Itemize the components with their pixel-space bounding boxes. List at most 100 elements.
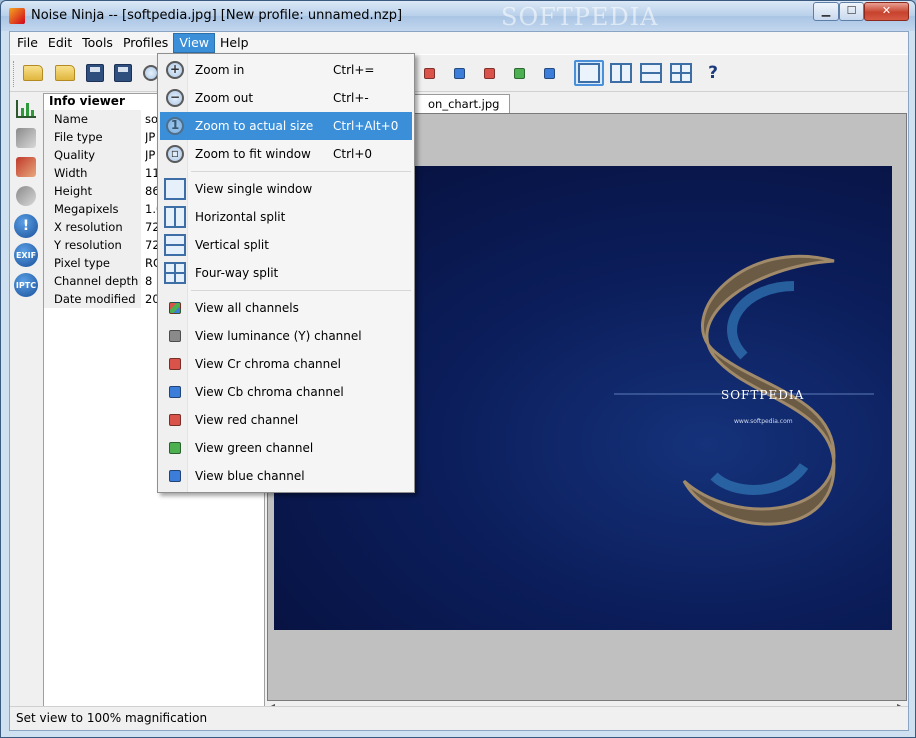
photo-url-text: www.softpedia.com bbox=[734, 418, 793, 425]
vertical-split-button[interactable] bbox=[636, 60, 666, 86]
status-bar: Set view to 100% magnification bbox=[10, 706, 908, 730]
cb-channel-button[interactable] bbox=[446, 60, 472, 86]
toolbar: ? bbox=[10, 54, 908, 92]
menu-item-vertical-split[interactable]: Vertical split bbox=[160, 231, 412, 259]
green-channel-icon bbox=[164, 437, 186, 459]
menu-tools[interactable]: Tools bbox=[77, 33, 118, 53]
menu-item-zoom-out[interactable]: − Zoom out Ctrl+- bbox=[160, 84, 412, 112]
tab-image[interactable]: on_chart.jpg bbox=[411, 94, 511, 114]
info-row-label: Pixel type bbox=[44, 254, 141, 272]
menu-help[interactable]: Help bbox=[215, 33, 254, 53]
app-icon bbox=[9, 8, 25, 24]
menu-item-luminance-channel[interactable]: View luminance (Y) channel bbox=[160, 322, 412, 350]
save-profile-icon bbox=[114, 64, 132, 82]
open-folder-button[interactable] bbox=[20, 60, 46, 86]
menu-edit[interactable]: Edit bbox=[43, 33, 77, 53]
save-icon bbox=[86, 64, 104, 82]
close-button[interactable]: ✕ bbox=[864, 2, 909, 21]
blue-channel-icon bbox=[543, 67, 555, 79]
maximize-button[interactable]: ☐ bbox=[839, 2, 864, 21]
menu-item-cb-channel[interactable]: View Cb chroma channel bbox=[160, 378, 412, 406]
luminance-channel-icon bbox=[164, 325, 186, 347]
horizontal-split-icon-glyph bbox=[164, 206, 186, 228]
menu-item-four-way-split[interactable]: Four-way split bbox=[160, 259, 412, 287]
vertical-split-icon bbox=[164, 234, 186, 256]
exif-icon: EXIF bbox=[14, 243, 38, 267]
horizontal-split-button[interactable] bbox=[606, 60, 636, 86]
menu-item-label: Zoom to fit window bbox=[195, 147, 311, 161]
menu-item-label: Zoom out bbox=[195, 91, 254, 105]
zoom-out-icon-glyph: − bbox=[166, 89, 184, 107]
zoom-fit-icon: ▫ bbox=[164, 143, 186, 165]
menu-item-red-channel[interactable]: View red channel bbox=[160, 406, 412, 434]
brush-button[interactable] bbox=[14, 155, 38, 179]
toolbar-grip[interactable] bbox=[13, 61, 16, 87]
menu-item-label: View red channel bbox=[195, 413, 299, 427]
luminance-channel-icon-glyph bbox=[169, 330, 181, 342]
menu-profiles[interactable]: Profiles bbox=[118, 33, 173, 53]
wand-button[interactable] bbox=[14, 126, 38, 150]
four-way-split-icon bbox=[164, 262, 186, 284]
save-profile-button[interactable] bbox=[110, 60, 136, 86]
menu-item-blue-channel[interactable]: View blue channel bbox=[160, 462, 412, 490]
four-way-split-button[interactable] bbox=[666, 60, 696, 86]
menu-item-all-channels[interactable]: View all channels bbox=[160, 294, 412, 322]
side-toolbar: ! EXIF IPTC bbox=[10, 93, 42, 713]
green-channel-icon-glyph bbox=[169, 442, 181, 454]
red-channel-button[interactable] bbox=[416, 60, 442, 86]
all-channels-icon bbox=[164, 297, 186, 319]
green-channel-icon bbox=[513, 67, 525, 79]
menu-item-cr-channel[interactable]: View Cr chroma channel bbox=[160, 350, 412, 378]
exif-button[interactable]: EXIF bbox=[14, 243, 38, 267]
brush-icon bbox=[16, 157, 36, 177]
histogram-button[interactable] bbox=[14, 97, 38, 121]
cb-channel-icon bbox=[164, 381, 186, 403]
red-channel-icon bbox=[164, 409, 186, 431]
info-row-label: Quality bbox=[44, 146, 141, 164]
menu-item-label: Horizontal split bbox=[195, 210, 286, 224]
menu-view[interactable]: View bbox=[173, 33, 215, 53]
green-channel-button[interactable] bbox=[506, 60, 532, 86]
info-button[interactable]: ! bbox=[14, 214, 38, 238]
gears-button[interactable] bbox=[14, 184, 38, 208]
four-way-split-icon-glyph bbox=[164, 262, 186, 284]
save-button[interactable] bbox=[82, 60, 108, 86]
single-window-button[interactable] bbox=[574, 60, 604, 86]
menu-item-single-window[interactable]: View single window bbox=[160, 175, 412, 203]
menu-item-shortcut: Ctrl+Alt+0 bbox=[333, 119, 399, 133]
cb-channel-icon-glyph bbox=[169, 386, 181, 398]
menu-item-zoom-in[interactable]: + Zoom in Ctrl+= bbox=[160, 56, 412, 84]
menu-item-shortcut: Ctrl+- bbox=[333, 91, 369, 105]
zoom-out-icon: − bbox=[164, 87, 186, 109]
menu-item-label: View all channels bbox=[195, 301, 299, 315]
title-watermark: SOFTPEDIA bbox=[501, 3, 659, 31]
menu-item-label: Vertical split bbox=[195, 238, 269, 252]
menu-item-green-channel[interactable]: View green channel bbox=[160, 434, 412, 462]
menu-file[interactable]: File bbox=[12, 33, 43, 53]
context-help-button[interactable]: ? bbox=[700, 60, 726, 86]
red-button[interactable] bbox=[476, 60, 502, 86]
red-channel-icon bbox=[423, 67, 435, 79]
single-window-icon bbox=[578, 63, 600, 83]
menu-item-zoom-actual[interactable]: 1 Zoom to actual size Ctrl+Alt+0 bbox=[160, 112, 412, 140]
info-icon: ! bbox=[14, 214, 38, 238]
menu-item-zoom-fit[interactable]: ▫ Zoom to fit window Ctrl+0 bbox=[160, 140, 412, 168]
info-row-label: Megapixels bbox=[44, 200, 141, 218]
menu-item-label: View blue channel bbox=[195, 469, 305, 483]
blue-channel-button[interactable] bbox=[536, 60, 562, 86]
menu-item-horizontal-split[interactable]: Horizontal split bbox=[160, 203, 412, 231]
menu-item-label: View single window bbox=[195, 182, 313, 196]
blue-channel-icon-glyph bbox=[169, 470, 181, 482]
open-profile-button[interactable] bbox=[52, 60, 78, 86]
iptc-button[interactable]: IPTC bbox=[14, 273, 38, 297]
info-row-label: File type bbox=[44, 128, 141, 146]
menu-item-label: View Cr chroma channel bbox=[195, 357, 341, 371]
blue-channel-icon bbox=[164, 465, 186, 487]
title-bar[interactable]: Noise Ninja -- [softpedia.jpg] [New prof… bbox=[1, 1, 915, 31]
info-row-label: Y resolution bbox=[44, 236, 141, 254]
menu-item-shortcut: Ctrl+= bbox=[333, 63, 375, 77]
minimize-button[interactable]: ▁ bbox=[813, 2, 839, 21]
horizontal-split-icon bbox=[164, 206, 186, 228]
zoom-in-icon-glyph: + bbox=[166, 61, 184, 79]
four-way-split-icon bbox=[670, 63, 692, 83]
